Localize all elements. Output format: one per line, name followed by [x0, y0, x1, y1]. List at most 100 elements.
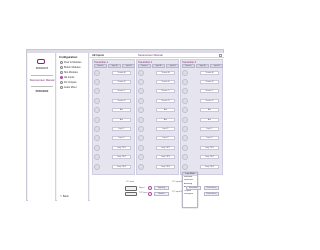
close-icon[interactable]	[219, 53, 222, 57]
main-audio-button[interactable]: Main Audio	[186, 186, 201, 190]
transmitter-column: Transmitter 1 Connect Input A Input B Screen…	[92, 59, 136, 175]
input-slot[interactable]: Aux	[94, 107, 135, 114]
input-slot[interactable]: Screen D	[138, 97, 179, 104]
input-slot[interactable]: Input 1	[138, 125, 179, 132]
radio-icon	[60, 61, 63, 64]
column-toolbar-button[interactable]: Connect	[181, 63, 195, 68]
column-toolbar-button[interactable]: Connect	[137, 63, 151, 68]
input-slot[interactable]: Input 1	[182, 125, 223, 132]
input-slot[interactable]: Loop TM 2	[182, 154, 223, 161]
column-toolbar-button[interactable]: Input A	[151, 63, 166, 68]
input-slot[interactable]: Input 1	[94, 125, 135, 132]
input-slot[interactable]: Screen C	[138, 88, 179, 95]
signaling-button[interactable]: Signaling	[154, 186, 169, 190]
radio-icon[interactable]	[148, 192, 152, 196]
brand-name: PARADOX	[35, 67, 49, 70]
slot-indicator-icon	[182, 88, 188, 95]
slot-label: Input 1	[156, 126, 175, 131]
input-slot[interactable]: Screen B	[138, 78, 179, 85]
connector-icon	[125, 192, 137, 196]
input-slot[interactable]: Screen A	[138, 69, 179, 76]
brand-panel: PARADOX Stereoscreen Manual PARADOX	[28, 53, 56, 201]
slot-label: Screen C	[156, 89, 175, 94]
product-name: Stereoscreen Manual	[29, 79, 55, 82]
input-slot[interactable]: Screen A	[182, 69, 223, 76]
slot-label: Screen B	[156, 79, 175, 84]
slot-indicator-icon	[94, 125, 100, 132]
slot-indicator-icon	[94, 116, 100, 123]
config-item-audio-mixer[interactable]: Audio Mixer	[60, 86, 77, 89]
redundancy-button[interactable]: Redundancy	[204, 192, 219, 196]
config-item-ae-inputs[interactable]: AE Inputs	[60, 76, 74, 79]
slot-indicator-icon	[182, 97, 188, 104]
input-slot[interactable]: Screen D	[94, 97, 135, 104]
config-item-button-modules[interactable]: Button Modules	[60, 66, 81, 69]
input-slot[interactable]: Loop TM 1	[182, 144, 223, 151]
config-item-floor[interactable]: Floor & Modules	[60, 61, 81, 64]
slot-label: Input 2	[200, 136, 219, 141]
input-slot[interactable]: Input 2	[94, 135, 135, 142]
slot-indicator-icon	[138, 116, 144, 123]
slot-label: Loop TM 1	[112, 145, 131, 150]
column-toolbar-button[interactable]: Input B	[122, 63, 136, 68]
column-toolbar-button[interactable]: Input B	[210, 63, 224, 68]
divider	[31, 86, 53, 87]
back-button[interactable]: ↰ Back	[60, 195, 69, 198]
input-slot[interactable]: Loop TM 1	[138, 144, 179, 151]
slot-label: Loop TM 1	[156, 145, 175, 150]
input-slot[interactable]: Loop TM 1	[94, 144, 135, 151]
input-slot[interactable]: Loop TM 2	[94, 154, 135, 161]
input-slot[interactable]: Input 2	[182, 135, 223, 142]
slot-indicator-icon	[94, 88, 100, 95]
input-slot[interactable]: Screen B	[94, 78, 135, 85]
column-toolbar-button[interactable]: Connect	[93, 63, 107, 68]
slot-indicator-icon	[182, 144, 188, 151]
slot-indicator-icon	[138, 144, 144, 151]
input-slot[interactable]: Aux	[138, 116, 179, 123]
input-slot[interactable]: Screen D	[182, 97, 223, 104]
slot-label: Aux	[112, 108, 131, 113]
slot-indicator-icon	[94, 154, 100, 161]
slot-indicator-icon	[138, 97, 144, 104]
config-title: Configuration	[59, 55, 78, 59]
slot-label: Screen A	[200, 70, 219, 75]
config-item-slot-modules[interactable]: Slot Modules	[60, 71, 78, 74]
column-toolbar-button[interactable]: Input A	[107, 63, 122, 68]
transmitter-column: Transmitter 2 Connect Input A Input B Screen…	[136, 59, 180, 175]
input-slot[interactable]: Screen A	[94, 69, 135, 76]
slot-indicator-icon	[182, 116, 188, 123]
input-slot[interactable]: Screen B	[182, 78, 223, 85]
input-slot[interactable]: Loop TM 2	[138, 154, 179, 161]
config-item-dc-outputs[interactable]: DC Outputs	[60, 81, 77, 84]
slot-indicator-icon	[94, 144, 100, 151]
input-slot[interactable]: Loop TM 3	[182, 163, 223, 170]
slot-label: Aux	[156, 108, 175, 113]
slot-indicator-icon	[182, 78, 188, 85]
input-slot[interactable]: Aux	[94, 116, 135, 123]
slot-label: Input 1	[112, 126, 131, 131]
input-slot[interactable]: Input 2	[138, 135, 179, 142]
slot-label: Aux	[156, 117, 175, 122]
slot-label: Screen D	[112, 98, 131, 103]
monitor-button[interactable]: Monitor	[154, 192, 169, 196]
slot-label: Loop TM 2	[200, 155, 219, 160]
input-slot[interactable]: Loop TM 3	[94, 163, 135, 170]
input-slot[interactable]: Aux	[182, 116, 223, 123]
input-slot[interactable]: Loop TM 3	[138, 163, 179, 170]
input-slot[interactable]: Aux	[138, 107, 179, 114]
main-subtitle: Stereoscreen Manual	[138, 54, 163, 57]
main-panel: AE Inputs Stereoscreen Manual Transmitte…	[90, 53, 224, 208]
column-toolbar: Connect Input A Input B	[137, 63, 180, 68]
main-title: AE Inputs	[92, 54, 105, 57]
slot-indicator-icon	[138, 154, 144, 161]
redundancy-button[interactable]: Redundancy	[204, 186, 219, 190]
column-toolbar-button[interactable]: Input A	[195, 63, 210, 68]
column-toolbar-button[interactable]: Input B	[166, 63, 180, 68]
input-slot[interactable]: Aux	[182, 107, 223, 114]
main-header: AE Inputs Stereoscreen Manual	[90, 53, 224, 58]
input-slot[interactable]: Screen C	[182, 88, 223, 95]
slot-label: Screen B	[112, 79, 131, 84]
slot-label: Screen A	[112, 70, 131, 75]
radio-icon[interactable]	[148, 186, 152, 190]
input-slot[interactable]: Screen C	[94, 88, 135, 95]
